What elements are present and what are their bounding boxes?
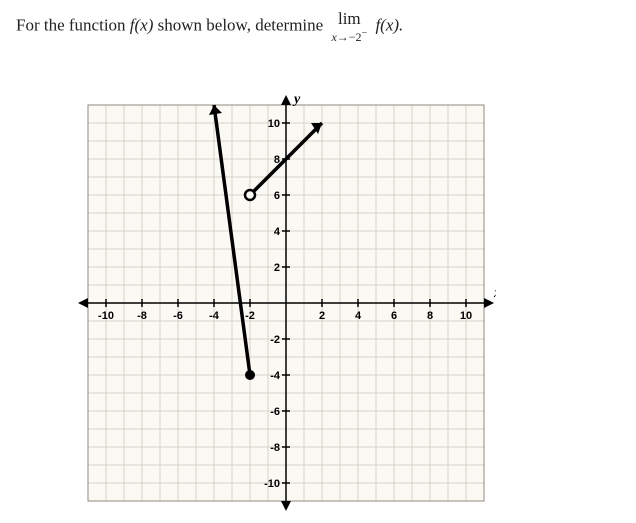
ytick: 6 (274, 190, 280, 202)
closed-point-icon (245, 370, 255, 380)
ytick: -8 (270, 442, 280, 454)
function-graph: -10 -8 -6 -4 -2 2 4 6 8 10 10 8 6 4 2 -2… (76, 93, 496, 513)
ytick: 4 (274, 226, 281, 238)
ytick: 2 (274, 262, 280, 274)
xtick: 4 (355, 310, 362, 322)
xtick: -10 (98, 310, 114, 322)
ytick: -6 (270, 406, 280, 418)
x-axis-label: x (493, 286, 496, 301)
xtick: 8 (427, 310, 433, 322)
xtick: 6 (391, 310, 397, 322)
ytick: 10 (268, 118, 280, 130)
ytick: -2 (270, 334, 280, 346)
lim-subscript: x→−2− (331, 29, 367, 43)
prompt-func-2: f(x). (375, 15, 403, 34)
open-point-icon (245, 190, 255, 200)
xtick: -4 (209, 310, 220, 322)
ytick: -4 (270, 370, 281, 382)
question-prompt: For the function f(x) shown below, deter… (16, 10, 620, 43)
ytick: -10 (264, 478, 280, 490)
limit-notation: lim x→−2− (331, 10, 367, 43)
xtick: 2 (319, 310, 325, 322)
xtick: -8 (137, 310, 147, 322)
prompt-func-1: f(x) (130, 15, 154, 34)
xtick: -6 (173, 310, 183, 322)
lim-word: lim (338, 9, 361, 28)
xtick: 10 (460, 310, 472, 322)
xtick: -2 (245, 310, 255, 322)
y-axis-label: y (292, 93, 301, 107)
prompt-mid: shown below, determine (158, 15, 328, 34)
graph-container: -10 -8 -6 -4 -2 2 4 6 8 10 10 8 6 4 2 -2… (76, 93, 620, 513)
prompt-prefix: For the function (16, 15, 130, 34)
